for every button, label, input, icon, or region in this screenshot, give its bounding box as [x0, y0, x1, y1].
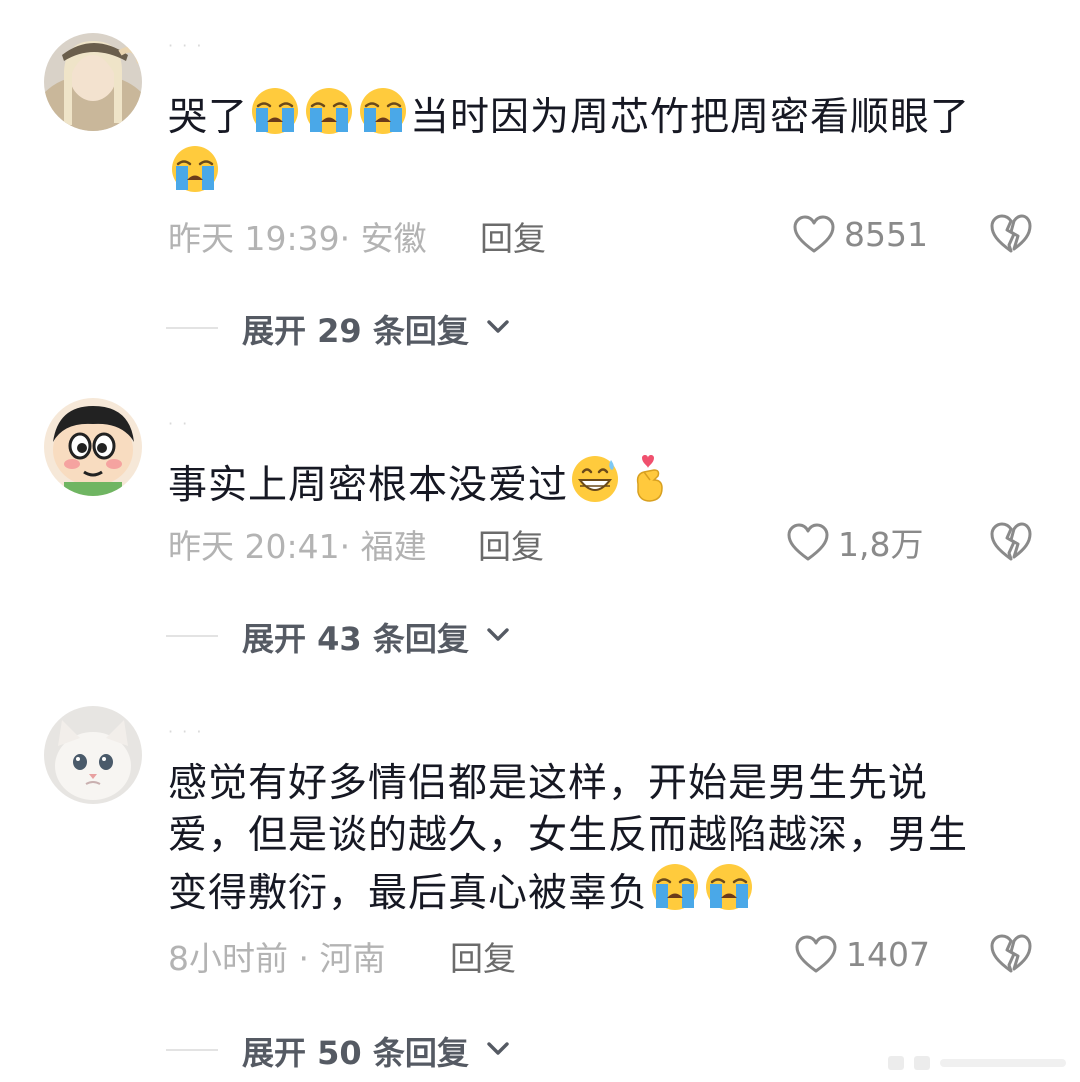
- comment-text: 事实上周密根本没爱过: [168, 454, 1028, 512]
- comment-location: 福建: [360, 527, 427, 566]
- chevron-down-icon: [484, 624, 512, 646]
- heart-outline-icon: [792, 214, 836, 254]
- broken-heart-icon: [988, 520, 1034, 562]
- heart-outline-icon: [786, 522, 830, 562]
- divider: [166, 1049, 218, 1051]
- like-count: 1407: [846, 934, 930, 974]
- comment-text-segment: 事实上周密根本没爱过: [168, 463, 569, 508]
- crying-emoji: [250, 86, 300, 136]
- comment-time: 昨天 20:41: [168, 527, 340, 566]
- expand-replies[interactable]: 展开 29 条回复: [0, 306, 1080, 350]
- comment-text-line: 变得敷衍，最后真心被辜负: [168, 871, 649, 916]
- crying-emoji: [304, 86, 354, 136]
- broken-heart-icon: [988, 212, 1034, 254]
- avatar[interactable]: [44, 706, 142, 804]
- like-button[interactable]: 8551: [792, 212, 928, 256]
- dislike-button[interactable]: [988, 932, 1034, 974]
- expand-replies[interactable]: 展开 43 条回复: [0, 614, 1080, 658]
- chevron-down-icon: [484, 1038, 512, 1060]
- crying-emoji: [704, 862, 754, 912]
- avatar[interactable]: [44, 33, 142, 131]
- username[interactable]: · · ·: [168, 722, 203, 741]
- crying-emoji: [650, 862, 700, 912]
- like-button[interactable]: 1,8万: [786, 520, 923, 564]
- comment-text: 哭了 当时因为周芯竹把周密看顺眼了: [168, 86, 1028, 202]
- dislike-button[interactable]: [988, 520, 1034, 562]
- finger-heart-emoji: [624, 454, 674, 504]
- expand-replies-label: 展开 50 条回复: [242, 1034, 469, 1072]
- like-count: 8551: [844, 214, 928, 254]
- comment-list: · · · 哭了 当时因为周芯竹把周密看顺眼了 昨天 19:39· 安徽 回复 8…: [0, 0, 1080, 1082]
- crying-emoji: [358, 86, 408, 136]
- like-count: 1,8万: [838, 525, 924, 564]
- comment-meta: 昨天 19:39· 安徽: [168, 219, 427, 258]
- grinning-face-with-sweat-emoji: [570, 454, 620, 504]
- username[interactable]: · ·: [168, 414, 189, 433]
- comment-text-line: 感觉有好多情侣都是这样，开始是男生先说: [168, 761, 929, 806]
- comment-text-segment: 哭了: [168, 95, 249, 140]
- comment-text: 感觉有好多情侣都是这样，开始是男生先说 爱，但是谈的越久，女生反而越陷越深，男生…: [168, 758, 1028, 920]
- comment-text-segment: 当时因为周芯竹把周密看顺眼了: [410, 95, 971, 140]
- expand-replies-label: 展开 29 条回复: [242, 312, 469, 350]
- crying-emoji: [170, 144, 220, 194]
- reply-button[interactable]: 回复: [478, 520, 544, 568]
- comment-text-line: 爱，但是谈的越久，女生反而越陷越深，男生: [168, 813, 969, 858]
- dislike-button[interactable]: [988, 212, 1034, 254]
- comment-location: 河南: [319, 939, 386, 978]
- comment-meta: 8小时前 · 河南: [168, 939, 386, 978]
- heart-outline-icon: [794, 934, 838, 974]
- chevron-down-icon: [484, 316, 512, 338]
- reply-button[interactable]: 回复: [480, 212, 546, 260]
- comment-location: 安徽: [360, 219, 427, 258]
- watermark-bars: [888, 1052, 1068, 1078]
- divider: [166, 327, 218, 329]
- broken-heart-icon: [988, 932, 1034, 974]
- reply-button[interactable]: 回复: [450, 932, 516, 980]
- comment-time: 昨天 19:39: [168, 219, 340, 258]
- comment-meta: 昨天 20:41· 福建: [168, 527, 427, 566]
- divider: [166, 635, 218, 637]
- like-button[interactable]: 1407: [794, 932, 930, 976]
- expand-replies-label: 展开 43 条回复: [242, 620, 469, 658]
- username[interactable]: · · ·: [168, 36, 203, 55]
- comment-time: 8小时前: [168, 939, 288, 978]
- avatar[interactable]: [44, 398, 142, 496]
